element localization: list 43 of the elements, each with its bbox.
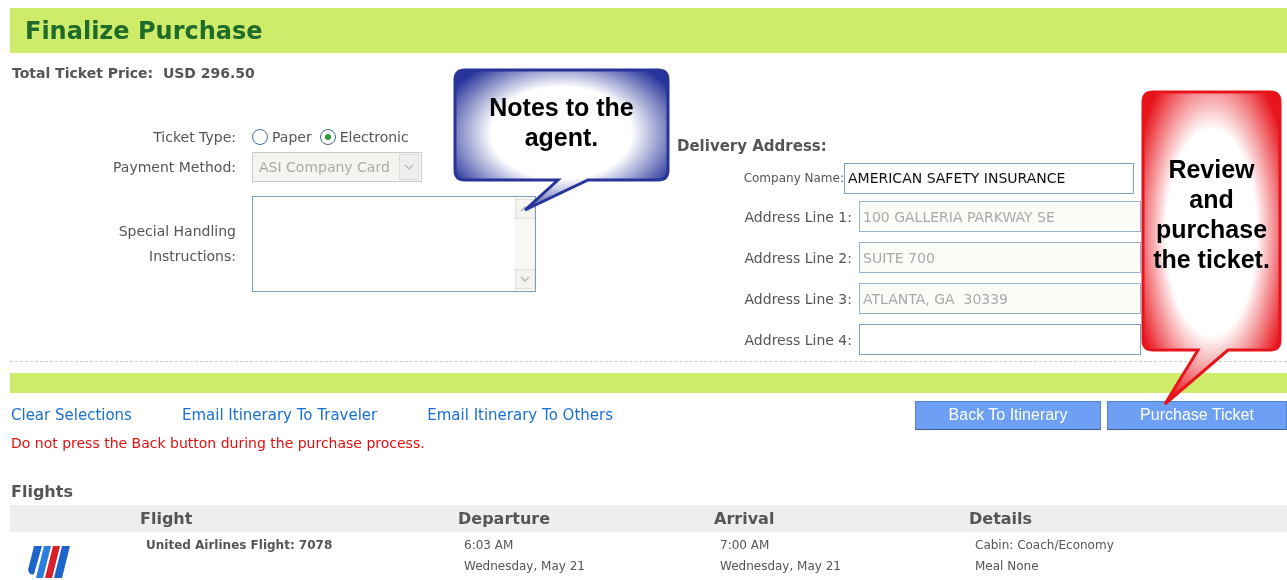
address-field[interactable] xyxy=(859,324,1141,355)
field-label: Address Line 3: xyxy=(743,290,853,307)
field-label: Special Handling Instructions: xyxy=(117,222,237,266)
radio-option[interactable]: Paper xyxy=(252,129,312,145)
caret-icon xyxy=(404,164,414,170)
link[interactable]: Email Itinerary To Traveler xyxy=(181,406,378,424)
address-field[interactable]: AMERICAN SAFETY INSURANCE xyxy=(844,162,1134,194)
field-label: Address Line 1: xyxy=(743,208,853,225)
action-button[interactable]: Back To Itinerary xyxy=(915,400,1101,430)
radio-button[interactable] xyxy=(319,129,336,145)
total-price: Total Ticket Price: USD 296.50 xyxy=(12,65,256,81)
departure-date: Wednesday, May 21 xyxy=(464,559,586,573)
field-label: Address Line 4: xyxy=(743,331,853,348)
warning-text: Do not press the Back button during the purchase process. xyxy=(11,435,426,451)
column-header: Departure xyxy=(458,505,714,532)
scrollbar[interactable] xyxy=(515,197,535,291)
column-header: Flight xyxy=(140,505,458,532)
caret-icon xyxy=(520,276,530,282)
radio-label: Electronic xyxy=(339,129,409,145)
column-header: Arrival xyxy=(714,505,969,532)
field-label: Payment Method: xyxy=(112,157,237,177)
section-title: Flights xyxy=(11,482,74,501)
radio-label: Paper xyxy=(272,129,312,145)
section-title: Delivery Address: xyxy=(677,137,828,155)
arrival-time: 7:00 AM xyxy=(720,538,771,552)
flight-detail: Meal None xyxy=(975,559,1040,573)
callout-text: Review and purchase the ticket. xyxy=(1152,154,1271,274)
radio-option[interactable]: Electronic xyxy=(319,129,409,145)
link[interactable]: Clear Selections xyxy=(11,406,132,424)
departure-time: 6:03 AM xyxy=(464,538,515,552)
callout-text: Notes to the agent. xyxy=(488,92,635,152)
page-title: Finalize Purchase xyxy=(25,16,263,45)
field-label: Ticket Type: xyxy=(152,127,237,147)
flight-detail: Cabin: Coach/Economy xyxy=(975,538,1115,552)
arrival-date: Wednesday, May 21 xyxy=(720,559,842,573)
action-button[interactable]: Purchase Ticket xyxy=(1107,400,1287,430)
column-header: Details xyxy=(969,505,1287,532)
radio-button[interactable] xyxy=(252,129,268,145)
table-cell-text: United Airlines Flight: 7078 xyxy=(146,538,334,552)
link[interactable]: Email Itinerary To Others xyxy=(427,406,613,424)
special-handling-field[interactable] xyxy=(252,196,536,292)
field-label: Company Name: xyxy=(742,171,844,185)
field-label: Address Line 2: xyxy=(743,249,853,266)
